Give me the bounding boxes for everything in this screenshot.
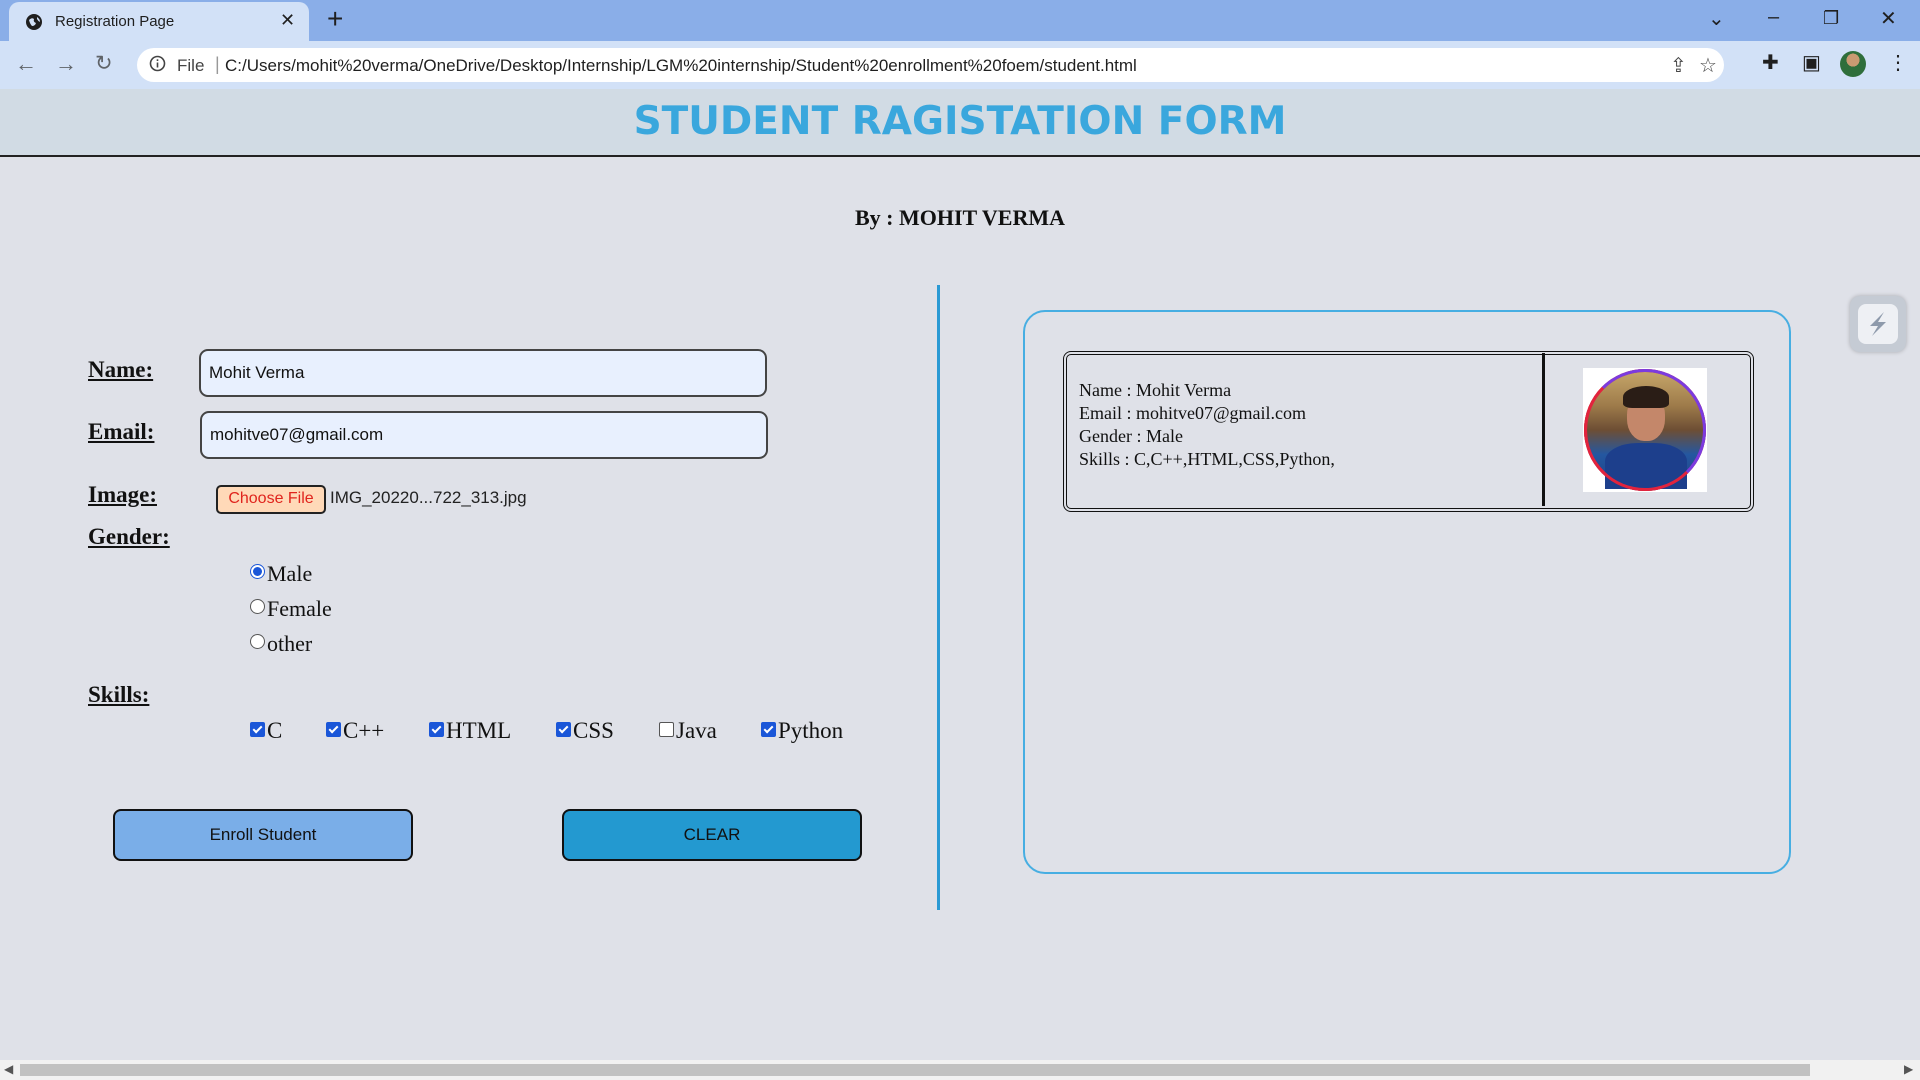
gender-option-label: Female (267, 596, 332, 621)
profile-avatar[interactable] (1840, 51, 1866, 77)
gender-option-label: Male (267, 561, 313, 586)
menu-kebab-icon[interactable]: ⋮ (1888, 50, 1908, 75)
checkbox[interactable] (250, 721, 265, 737)
tab-search-chevron-icon[interactable]: ⌄ (1708, 6, 1725, 31)
tab-title: Registration Page (55, 13, 175, 30)
name-input[interactable] (199, 349, 767, 397)
address-scheme: File (177, 56, 205, 75)
gender-option-male[interactable]: Male (250, 561, 312, 587)
card-email: Email : mohitve07@gmail.com (1079, 403, 1307, 423)
horizontal-scrollbar[interactable]: ◀ ▶ (0, 1060, 1920, 1080)
scrollbar-thumb[interactable] (20, 1064, 1810, 1076)
student-photo-ring (1584, 369, 1706, 491)
card-gender: Gender : Male (1079, 426, 1183, 446)
vertical-divider (937, 285, 940, 910)
lightning-icon (1870, 312, 1886, 336)
radio-button[interactable] (250, 633, 265, 649)
gender-option-label: other (267, 631, 313, 656)
skill-option-c[interactable]: C (250, 718, 282, 744)
skill-option-css[interactable]: CSS (556, 718, 614, 744)
browser-toolbar: ← → ↻ File | C:/Users/mohit%20verma/OneD… (0, 41, 1920, 89)
choose-file-button[interactable]: Choose File (216, 485, 326, 514)
checkbox[interactable] (429, 721, 444, 737)
address-separator: | (215, 54, 220, 74)
skill-option-label: Java (676, 718, 717, 743)
selected-file-name: IMG_20220...722_313.jpg (330, 488, 527, 507)
skill-option-cpp[interactable]: C++ (326, 718, 384, 744)
address-bar[interactable]: File | C:/Users/mohit%20verma/OneDrive/D… (137, 48, 1724, 82)
skill-option-java[interactable]: Java (659, 718, 717, 744)
email-label: Email: (88, 419, 155, 444)
author-byline: By : MOHIT VERMA (854, 205, 1066, 230)
email-input[interactable] (200, 411, 768, 459)
radio-button[interactable] (250, 598, 265, 614)
address-url[interactable]: C:/Users/mohit%20verma/OneDrive/Desktop/… (225, 56, 1137, 76)
minimize-icon[interactable]: – (1768, 6, 1779, 29)
checkbox[interactable] (659, 721, 674, 737)
globe-icon (26, 14, 42, 30)
checkbox[interactable] (761, 721, 776, 737)
skill-option-label: CSS (573, 718, 614, 743)
skill-option-label: Python (778, 718, 844, 743)
close-window-icon[interactable]: ✕ (1880, 6, 1897, 31)
enroll-student-button[interactable]: Enroll Student (113, 809, 413, 861)
close-tab-icon[interactable]: ✕ (280, 10, 295, 31)
browser-tab-strip: Registration Page ✕ + ⌄ – ❐ ✕ (0, 0, 1920, 41)
bookmark-star-icon[interactable]: ☆ (1699, 53, 1717, 78)
name-label: Name: (88, 357, 154, 382)
floating-button-face (1858, 304, 1898, 344)
skill-option-html[interactable]: HTML (429, 718, 511, 744)
gender-label: Gender: (88, 524, 170, 549)
share-icon[interactable]: ⇪ (1670, 53, 1687, 78)
back-arrow-icon[interactable]: ← (15, 51, 37, 77)
new-tab-button[interactable]: + (327, 3, 343, 35)
gender-option-female[interactable]: Female (250, 596, 332, 622)
gender-option-other[interactable]: other (250, 631, 312, 657)
page-title: STUDENT RAGISTATION FORM (633, 99, 1287, 144)
skill-option-label: HTML (446, 718, 512, 743)
page-header: STUDENT RAGISTATION FORM (0, 89, 1920, 157)
extensions-puzzle-icon[interactable]: ✚ (1762, 50, 1779, 75)
side-panel-icon[interactable]: ▣ (1802, 50, 1821, 75)
reload-icon[interactable]: ↻ (95, 51, 113, 76)
card-name: Name : Mohit Verma (1079, 380, 1232, 400)
skill-option-python[interactable]: Python (761, 718, 843, 744)
scroll-left-icon[interactable]: ◀ (4, 1062, 13, 1076)
scroll-right-icon[interactable]: ▶ (1904, 1062, 1913, 1076)
forward-arrow-icon[interactable]: → (55, 51, 77, 77)
radio-button[interactable] (250, 563, 265, 579)
skills-label: Skills: (88, 682, 150, 707)
skill-option-label: C (267, 718, 283, 743)
info-icon[interactable] (149, 55, 166, 72)
floating-extension-button[interactable] (1850, 296, 1906, 352)
restore-icon[interactable]: ❐ (1823, 8, 1839, 29)
browser-tab[interactable]: Registration Page ✕ (9, 2, 309, 41)
image-label: Image: (88, 482, 157, 507)
card-divider (1542, 353, 1545, 506)
clear-button[interactable]: CLEAR (562, 809, 862, 861)
skill-option-label: C++ (343, 718, 385, 743)
card-skills: Skills : C,C++,HTML,CSS,Python, (1079, 449, 1335, 469)
checkbox[interactable] (326, 721, 341, 737)
checkbox[interactable] (556, 721, 571, 737)
